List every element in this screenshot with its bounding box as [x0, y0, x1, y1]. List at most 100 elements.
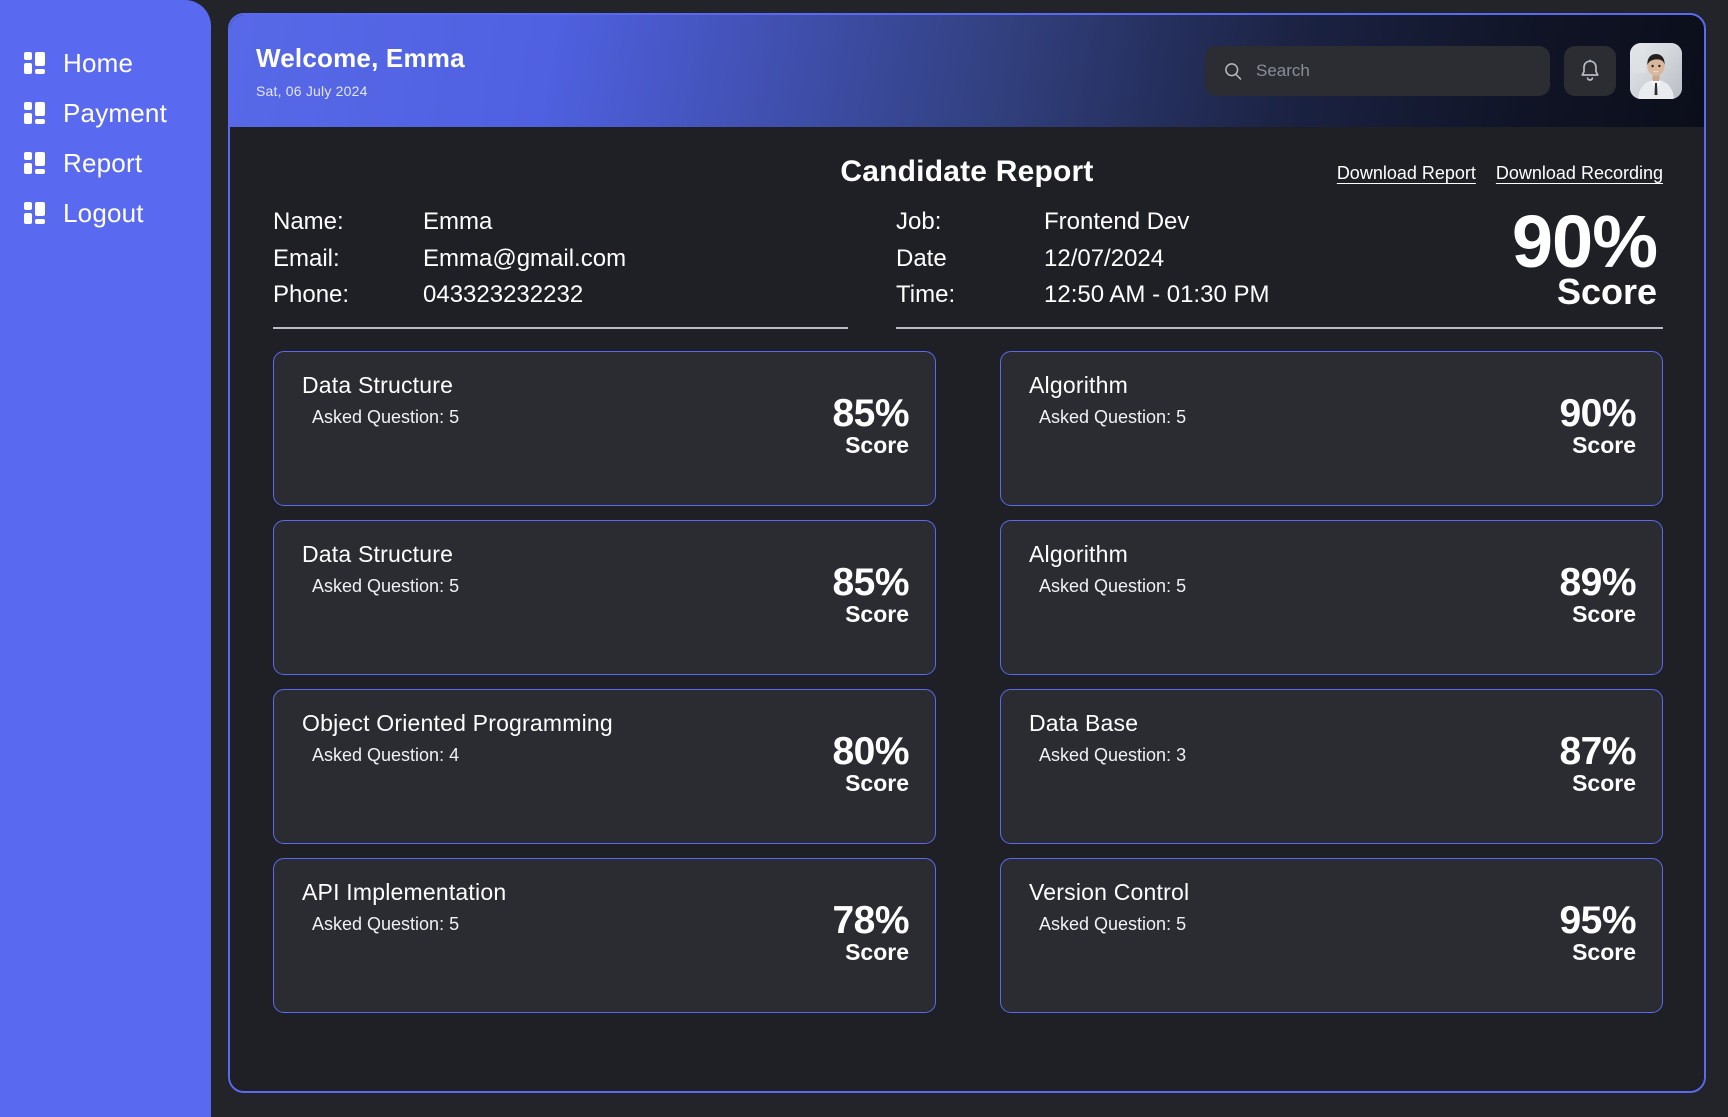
skill-card[interactable]: Data Base Asked Question: 3 87% Score — [1000, 689, 1663, 845]
candidate-interview-info: Job: Date Time: Frontend Dev 12/07/2024 … — [896, 200, 1663, 330]
current-date: Sat, 06 July 2024 — [256, 83, 368, 99]
sidebar-item-label: Report — [63, 147, 143, 178]
email-value: Emma@gmail.com — [423, 244, 627, 272]
personal-info-labels: Name: Email: Phone: — [273, 207, 423, 311]
sidebar-item-report[interactable]: Report — [0, 138, 211, 188]
skill-card[interactable]: Version Control Asked Question: 5 95% Sc… — [1000, 858, 1663, 1014]
grid-icon — [24, 102, 46, 124]
email-label: Email: — [273, 244, 340, 272]
skill-card[interactable]: Data Structure Asked Question: 5 85% Sco… — [273, 351, 936, 507]
skill-score-value: 85% — [832, 392, 909, 436]
time-label: Time: — [896, 281, 956, 309]
skill-questions: Asked Question: 5 — [312, 406, 460, 427]
phone-value: 043323232232 — [423, 281, 584, 309]
skill-card[interactable]: Algorithm Asked Question: 5 90% Score — [1000, 351, 1663, 507]
skill-score: 85% Score — [832, 563, 909, 626]
grid-icon — [24, 202, 46, 224]
sidebar-item-home[interactable]: Home — [0, 38, 211, 88]
skill-name: Data Structure — [302, 372, 454, 399]
search-icon — [1225, 63, 1242, 80]
skill-score-label: Score — [845, 432, 909, 459]
report-content: Candidate Report Download Report Downloa… — [230, 127, 1704, 1091]
skill-questions: Asked Question: 5 — [312, 575, 460, 596]
name-label: Name: — [273, 208, 344, 235]
search-input[interactable] — [1256, 61, 1532, 81]
candidate-info: Name: Email: Phone: Emma Emma@gmail.com … — [263, 195, 1671, 330]
skill-name: Version Control — [1029, 879, 1190, 906]
skill-score-value: 95% — [1559, 899, 1636, 943]
skill-score-label: Score — [1572, 770, 1636, 797]
notification-button[interactable] — [1564, 46, 1616, 96]
interview-info-labels: Job: Date Time: — [896, 207, 1044, 311]
skill-score-value: 85% — [832, 561, 909, 605]
skill-name: Data Base — [1029, 710, 1139, 737]
download-links: Download Report Download Recording — [1337, 163, 1663, 184]
skill-score: 78% Score — [832, 901, 909, 964]
avatar[interactable] — [1630, 43, 1682, 99]
app-root: Home Payment Report Logout Welcome, Emma… — [0, 0, 1728, 1117]
interview-info-values: Frontend Dev 12/07/2024 12:50 AM - 01:30… — [1044, 207, 1269, 311]
interview-info-wrap: Job: Date Time: Frontend Dev 12/07/2024 … — [896, 207, 1512, 311]
job-value: Frontend Dev — [1044, 208, 1190, 235]
sidebar-item-logout[interactable]: Logout — [0, 188, 211, 238]
skill-score: 95% Score — [1559, 901, 1636, 964]
download-recording-link[interactable]: Download Recording — [1496, 163, 1663, 184]
skill-name: Object Oriented Programming — [302, 710, 613, 737]
skill-score-value: 90% — [1559, 392, 1636, 436]
skill-questions: Asked Question: 5 — [1039, 406, 1187, 427]
skill-name: Algorithm — [1029, 541, 1128, 568]
skill-card[interactable]: Data Structure Asked Question: 5 85% Sco… — [273, 520, 936, 676]
skill-card[interactable]: API Implementation Asked Question: 5 78%… — [273, 858, 936, 1014]
skill-score-label: Score — [845, 601, 909, 628]
download-report-link[interactable]: Download Report — [1337, 163, 1476, 184]
topbar-actions — [1205, 43, 1682, 99]
skill-score-label: Score — [1572, 601, 1636, 628]
skill-score-label: Score — [845, 939, 909, 966]
welcome-title: Welcome, Emma — [256, 43, 465, 73]
personal-info-values: Emma Emma@gmail.com 043323232232 — [423, 207, 626, 311]
bell-icon — [1581, 59, 1599, 81]
skill-cards-right-column: Algorithm Asked Question: 5 90% Score Al… — [1000, 351, 1663, 1014]
date-label: Date — [896, 244, 947, 272]
skill-name: API Implementation — [302, 879, 507, 906]
skill-questions: Asked Question: 4 — [312, 744, 460, 765]
skill-questions: Asked Question: 3 — [1039, 744, 1187, 765]
date-value: 12/07/2024 — [1044, 244, 1165, 272]
skill-score: 89% Score — [1559, 563, 1636, 626]
name-value: Emma — [423, 208, 493, 235]
sidebar-item-label: Home — [63, 47, 134, 78]
skill-score: 87% Score — [1559, 732, 1636, 795]
grid-icon — [24, 152, 46, 174]
skill-score: 90% Score — [1559, 394, 1636, 457]
overall-score-value: 90% — [1511, 200, 1658, 283]
skill-score-label: Score — [1572, 432, 1636, 459]
skill-name: Algorithm — [1029, 372, 1128, 399]
skill-cards-left-column: Data Structure Asked Question: 5 85% Sco… — [273, 351, 936, 1014]
skill-questions: Asked Question: 5 — [1039, 913, 1187, 934]
skill-score-value: 78% — [832, 899, 909, 943]
skill-card[interactable]: Algorithm Asked Question: 5 89% Score — [1000, 520, 1663, 676]
skill-score: 80% Score — [832, 732, 909, 795]
skill-score-value: 80% — [832, 730, 909, 774]
skill-score-value: 87% — [1559, 730, 1636, 774]
candidate-personal-info: Name: Email: Phone: Emma Emma@gmail.com … — [273, 207, 848, 330]
time-value: 12:50 AM - 01:30 PM — [1044, 281, 1270, 309]
sidebar-item-label: Payment — [63, 97, 168, 128]
phone-label: Phone: — [273, 281, 350, 309]
sidebar-item-payment[interactable]: Payment — [0, 88, 211, 138]
skill-cards-grid: Data Structure Asked Question: 5 85% Sco… — [263, 329, 1671, 1014]
sidebar: Home Payment Report Logout — [0, 0, 211, 1117]
main-window: Welcome, Emma Sat, 06 July 2024 Search C… — [228, 13, 1706, 1093]
grid-icon — [24, 52, 46, 74]
skill-score-label: Score — [845, 770, 909, 797]
skill-name: Data Structure — [302, 541, 454, 568]
skill-questions: Asked Question: 5 — [1039, 575, 1187, 596]
skill-score-value: 89% — [1559, 561, 1636, 605]
search-box[interactable] — [1205, 46, 1550, 96]
job-label: Job: — [896, 208, 942, 235]
skill-score-label: Score — [1572, 939, 1636, 966]
skill-score: 85% Score — [832, 394, 909, 457]
overall-score: 90% Score — [1511, 200, 1663, 311]
user-avatar — [1630, 43, 1682, 99]
skill-card[interactable]: Object Oriented Programming Asked Questi… — [273, 689, 936, 845]
